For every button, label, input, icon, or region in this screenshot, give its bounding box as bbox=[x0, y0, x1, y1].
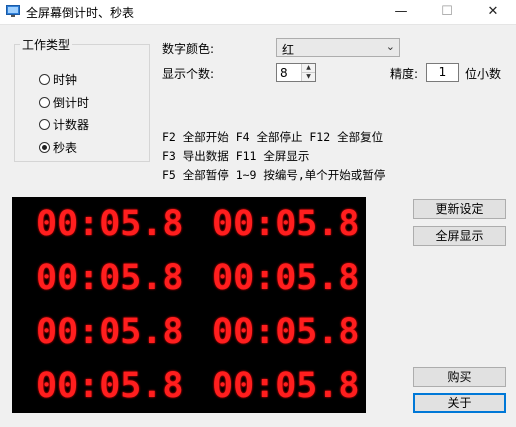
maximize-button[interactable]: ☐ bbox=[424, 0, 470, 24]
timer-3: 00:05.8 bbox=[36, 258, 184, 298]
stepper-down-icon[interactable]: ▼ bbox=[302, 73, 315, 81]
timer-7: 00:05.8 bbox=[36, 366, 184, 406]
buy-button[interactable]: 购买 bbox=[413, 367, 506, 387]
chevron-down-icon[interactable]: ⌄ bbox=[386, 40, 395, 53]
radio-clock-indicator[interactable] bbox=[39, 73, 50, 85]
display-count-label: 显示个数: bbox=[162, 67, 215, 81]
radio-clock-label: 时钟 bbox=[53, 72, 78, 87]
digit-color-select[interactable]: 红 ⌄ bbox=[276, 38, 400, 57]
minimize-button[interactable]: — bbox=[378, 0, 424, 24]
timer-6: 00:05.8 bbox=[212, 312, 360, 352]
title-bar: 全屏幕倒计时、秒表 — ☐ ✕ bbox=[0, 0, 516, 25]
timer-5: 00:05.8 bbox=[36, 312, 184, 352]
display-count-value: 8 bbox=[280, 66, 288, 80]
fullscreen-button[interactable]: 全屏显示 bbox=[413, 226, 506, 246]
stepper-buttons: ▲ ▼ bbox=[301, 64, 315, 81]
timer-4: 00:05.8 bbox=[212, 258, 360, 298]
shortcut-line-3: F5 全部暂停 1~9 按编号,单个开始或暂停 bbox=[162, 168, 386, 182]
update-settings-button[interactable]: 更新设定 bbox=[413, 199, 506, 219]
radio-counter-indicator[interactable] bbox=[39, 118, 50, 130]
precision-input[interactable]: 1 bbox=[426, 63, 459, 82]
shortcut-line-2: F3 导出数据 F11 全屏显示 bbox=[162, 149, 310, 163]
timer-display-panel: 00:05.8 00:05.8 00:05.8 00:05.8 00:05.8 … bbox=[12, 197, 366, 413]
radio-countdown-label: 倒计时 bbox=[53, 95, 90, 110]
close-button[interactable]: ✕ bbox=[470, 0, 516, 24]
shortcut-line-1: F2 全部开始 F4 全部停止 F12 全部复位 bbox=[162, 130, 384, 144]
radio-clock[interactable]: 时钟 bbox=[39, 71, 77, 87]
radio-countdown[interactable]: 倒计时 bbox=[39, 94, 89, 110]
digit-color-value: 红 bbox=[282, 43, 295, 57]
timer-8: 00:05.8 bbox=[212, 366, 360, 406]
radio-stopwatch-label: 秒表 bbox=[53, 140, 78, 155]
display-count-stepper[interactable]: 8 ▲ ▼ bbox=[276, 63, 316, 82]
timer-1: 00:05.8 bbox=[36, 204, 184, 244]
work-type-title: 工作类型 bbox=[20, 36, 73, 53]
timer-2: 00:05.8 bbox=[212, 204, 360, 244]
about-button[interactable]: 关于 bbox=[413, 393, 506, 413]
precision-label: 精度: bbox=[390, 67, 419, 81]
stepper-up-icon[interactable]: ▲ bbox=[302, 64, 315, 73]
decimal-suffix-label: 位小数 bbox=[465, 67, 502, 81]
radio-countdown-indicator[interactable] bbox=[39, 96, 50, 108]
radio-stopwatch-indicator[interactable] bbox=[39, 141, 50, 153]
digit-color-label: 数字颜色: bbox=[162, 42, 215, 56]
radio-counter-label: 计数器 bbox=[53, 117, 90, 132]
radio-stopwatch[interactable]: 秒表 bbox=[39, 139, 77, 155]
window-title: 全屏幕倒计时、秒表 bbox=[26, 6, 135, 20]
app-icon bbox=[6, 5, 20, 17]
radio-counter[interactable]: 计数器 bbox=[39, 116, 89, 132]
